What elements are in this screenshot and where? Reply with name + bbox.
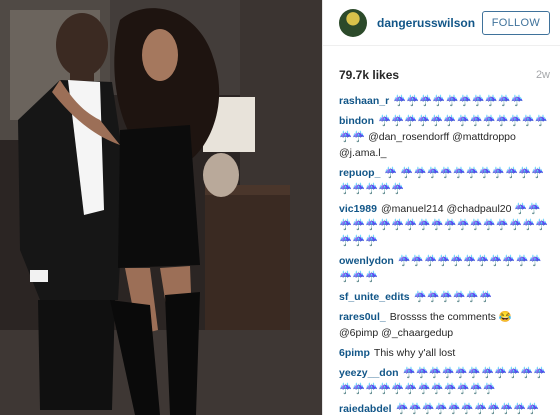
comment-text: This why y'all lost	[373, 347, 456, 359]
comment-author[interactable]: repuop_	[339, 167, 380, 179]
comment-text: ☔☔☔☔☔☔☔☔☔☔	[393, 95, 524, 107]
list-item: rares0ul_ Brossss the comments 😂 @6pimp @…	[339, 309, 552, 341]
couple-photo	[0, 0, 322, 415]
list-item: owenlydon ☔☔☔☔☔☔☔☔☔☔☔☔☔☔	[339, 253, 552, 285]
comment-author[interactable]: sf_unite_edits	[339, 291, 410, 303]
comment-author[interactable]: raiedabdel	[339, 403, 392, 415]
list-item: repuop_ ☔ ☔☔☔☔☔☔☔☔☔☔☔☔☔☔☔☔	[339, 165, 552, 197]
comment-author[interactable]: vic1989	[339, 203, 377, 215]
list-item: rashaan_r ☔☔☔☔☔☔☔☔☔☔	[339, 93, 552, 109]
comment-author[interactable]: bindon	[339, 115, 374, 127]
comment-text: ☔☔☔☔☔☔	[413, 291, 493, 303]
comment-author[interactable]: rares0ul_	[339, 311, 386, 323]
list-item: raiedabdel☔☔☔☔☔☔☔☔☔☔☔☔	[339, 401, 552, 415]
list-item: 6pimp This why y'all lost	[339, 345, 552, 361]
comment-author[interactable]: rashaan_r	[339, 95, 389, 107]
comment-author[interactable]: yeezy__don	[339, 367, 399, 379]
post-time[interactable]: 2w	[536, 69, 550, 81]
post-header: dangerusswilson FOLLOW	[323, 0, 560, 46]
comment-author[interactable]: owenlydon	[339, 255, 394, 267]
follow-button[interactable]: FOLLOW	[481, 10, 550, 35]
list-item: vic1989 @manuel214 @chadpaul20 ☔☔☔☔☔☔☔☔☔☔…	[339, 201, 552, 249]
likes-count[interactable]: 79.7k likes	[339, 68, 399, 82]
username-link[interactable]: dangerusswilson	[377, 16, 482, 30]
list-item: yeezy__don ☔☔☔☔☔☔☔☔☔☔☔☔☔☔☔☔☔☔☔☔☔☔☔	[339, 365, 552, 397]
comment-list: rashaan_r ☔☔☔☔☔☔☔☔☔☔ bindon ☔☔☔☔☔☔☔☔☔☔☔☔☔☔…	[323, 85, 560, 415]
post-details-panel: dangerusswilson FOLLOW 79.7k likes 2w ra…	[322, 0, 560, 415]
list-item: sf_unite_edits ☔☔☔☔☔☔	[339, 289, 552, 305]
list-item: bindon ☔☔☔☔☔☔☔☔☔☔☔☔☔☔☔ @dan_rosendorff @m…	[339, 113, 552, 161]
post-photo[interactable]	[0, 0, 322, 415]
comment-author[interactable]: 6pimp	[339, 347, 370, 359]
profile-avatar-icon[interactable]	[339, 8, 367, 37]
post-stats: 79.7k likes 2w	[323, 46, 560, 85]
